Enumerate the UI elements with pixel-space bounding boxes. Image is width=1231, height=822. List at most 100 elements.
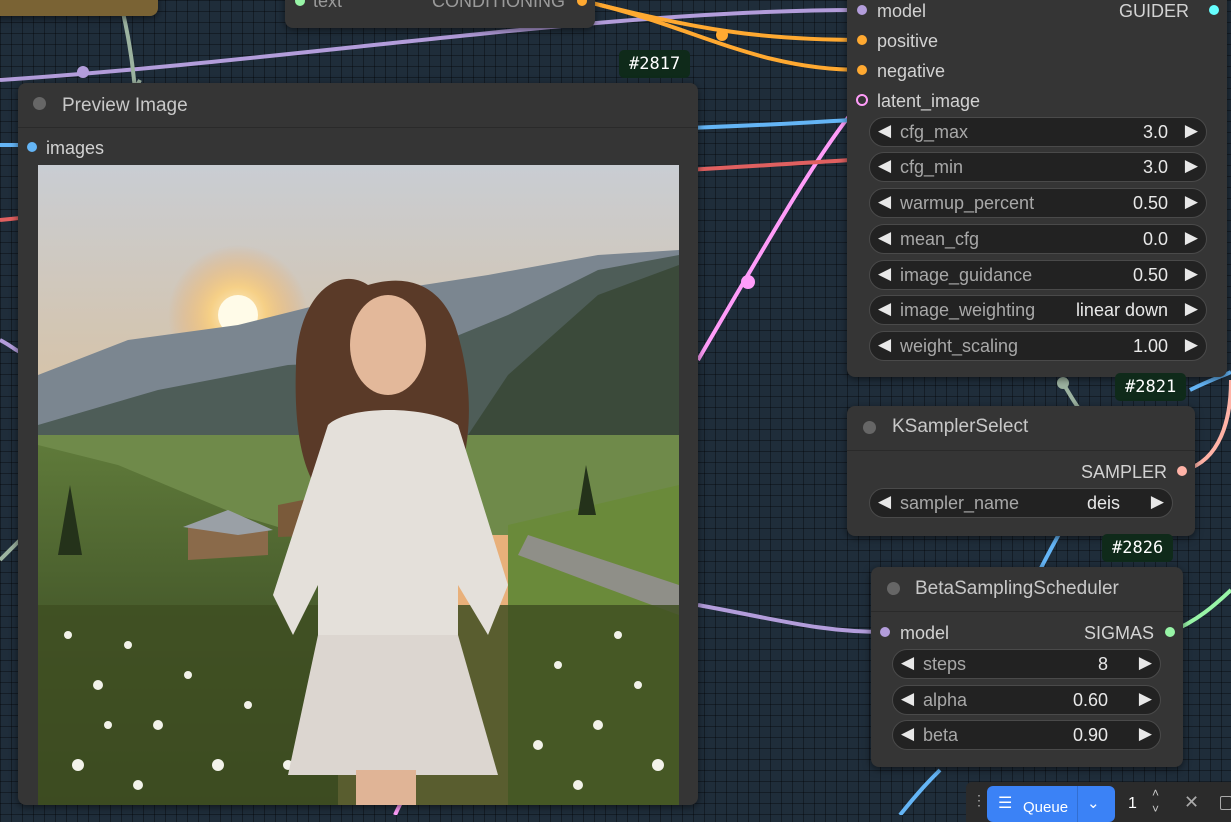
- increment-arrow-icon[interactable]: ▶: [1139, 653, 1152, 673]
- collapse-dot-icon[interactable]: [33, 97, 46, 110]
- widget-value: 1.00: [1132, 336, 1168, 356]
- increment-arrow-icon[interactable]: ▶: [1185, 156, 1198, 176]
- increment-arrow-icon[interactable]: ▶: [1139, 724, 1152, 744]
- increment-arrow-icon[interactable]: ▶: [1185, 264, 1198, 284]
- decrement-arrow-icon[interactable]: ◀: [878, 156, 891, 176]
- widget-label: mean_cfg: [900, 229, 980, 249]
- node-title: Preview Image: [62, 95, 188, 116]
- decrement-arrow-icon[interactable]: ◀: [878, 492, 891, 512]
- guider-output-dot[interactable]: [1209, 5, 1219, 15]
- model-input-dot[interactable]: [857, 5, 867, 15]
- model-input-dot[interactable]: [880, 627, 890, 637]
- widget-label: beta: [923, 725, 959, 745]
- node-id-badge-preview: #2817: [619, 50, 691, 78]
- increment-chevron-icon[interactable]: ˄: [1152, 786, 1159, 800]
- positive-input-label: positive: [877, 31, 939, 51]
- increment-arrow-icon[interactable]: ▶: [1185, 299, 1198, 319]
- girl-legs: [356, 770, 416, 805]
- widget-value: 3.0: [1142, 157, 1168, 177]
- decrement-arrow-icon[interactable]: ◀: [878, 192, 891, 212]
- queue-toolbar: ⋮ ☰ Queue ⌄ 1 ˄ ˅ ✕: [966, 782, 1231, 822]
- node-id-badge-ksampler: #2821: [1115, 373, 1187, 401]
- queue-count-input[interactable]: 1: [1128, 795, 1137, 813]
- increment-arrow-icon[interactable]: ▶: [1185, 192, 1198, 212]
- wire-left-pale: [0, 538, 22, 562]
- cfg-max-widget[interactable]: ◀ cfg_max 3.0 ▶: [869, 117, 1207, 147]
- queue-list-icon: ☰: [998, 795, 1013, 812]
- sigmas-output-dot[interactable]: [1165, 627, 1175, 637]
- decrement-arrow-icon[interactable]: ◀: [878, 299, 891, 319]
- decrement-chevron-icon[interactable]: ˅: [1152, 802, 1159, 816]
- negative-input-label: negative: [877, 61, 946, 81]
- text-encode-node[interactable]: text CONDITIONING: [285, 0, 595, 28]
- wire-reroute-dot: [77, 66, 89, 78]
- decrement-arrow-icon[interactable]: ◀: [878, 121, 891, 141]
- wire-reroute-dot: [741, 275, 755, 289]
- wire-bottom-blue: [898, 768, 942, 815]
- weight-scaling-widget[interactable]: ◀ weight_scaling 1.00 ▶: [869, 331, 1207, 361]
- text-input-label: text: [313, 0, 343, 11]
- images-input-dot[interactable]: [27, 142, 37, 152]
- increment-arrow-icon[interactable]: ▶: [1185, 335, 1198, 355]
- widget-value: 0.50: [1132, 193, 1168, 213]
- decrement-arrow-icon[interactable]: ◀: [878, 264, 891, 284]
- close-icon[interactable]: ✕: [1184, 792, 1199, 813]
- drag-handle-icon[interactable]: ⋮: [972, 792, 986, 809]
- beta-widget[interactable]: ◀ beta 0.90 ▶: [892, 720, 1161, 750]
- chevron-down-icon[interactable]: ⌄: [1087, 794, 1100, 812]
- positive-input-dot[interactable]: [857, 35, 867, 45]
- node-title: KSamplerSelect: [892, 416, 1029, 437]
- queue-button[interactable]: ☰ Queue ⌄: [987, 786, 1115, 822]
- node-id-badge-beta: #2826: [1102, 534, 1174, 562]
- queue-dropdown-divider: [1077, 786, 1078, 822]
- increment-arrow-icon[interactable]: ▶: [1139, 689, 1152, 709]
- panel-icon[interactable]: [1220, 796, 1231, 810]
- decrement-arrow-icon[interactable]: ◀: [901, 689, 914, 709]
- ksampler-select-node[interactable]: KSamplerSelect SAMPLER ◀ sampler_name de…: [847, 406, 1195, 536]
- mean-cfg-widget[interactable]: ◀ mean_cfg 0.0 ▶: [869, 224, 1207, 254]
- conditioning-output-dot[interactable]: [577, 0, 587, 6]
- image-weighting-widget[interactable]: ◀ image_weighting linear down ▶: [869, 295, 1207, 325]
- sampler-output-label: SAMPLER: [1080, 462, 1167, 482]
- node-title: BetaSamplingScheduler: [915, 578, 1119, 599]
- increment-arrow-icon[interactable]: ▶: [1185, 228, 1198, 248]
- widget-label: image_guidance: [900, 265, 1033, 285]
- sampler-name-widget[interactable]: ◀ sampler_name deis ▶: [869, 488, 1173, 518]
- cfg-min-widget[interactable]: ◀ cfg_min 3.0 ▶: [869, 152, 1207, 182]
- widget-value: 0.0: [1142, 229, 1168, 249]
- model-input-label: model: [877, 1, 927, 21]
- warmup-percent-widget[interactable]: ◀ warmup_percent 0.50 ▶: [869, 188, 1207, 218]
- sigmas-output-label: SIGMAS: [1083, 623, 1154, 643]
- decrement-arrow-icon[interactable]: ◀: [901, 653, 914, 673]
- negative-input-dot[interactable]: [857, 65, 867, 75]
- node-header[interactable]: BetaSamplingScheduler: [871, 567, 1183, 612]
- decrement-arrow-icon[interactable]: ◀: [901, 724, 914, 744]
- latent-image-input-dot[interactable]: [856, 94, 868, 106]
- increment-arrow-icon[interactable]: ▶: [1151, 492, 1164, 512]
- decrement-arrow-icon[interactable]: ◀: [878, 335, 891, 355]
- widget-label: sampler_name: [900, 493, 1020, 513]
- partial-node-topleft[interactable]: [0, 0, 158, 16]
- image-guidance-widget[interactable]: ◀ image_guidance 0.50 ▶: [869, 260, 1207, 290]
- node-header[interactable]: Preview Image: [18, 83, 698, 128]
- alpha-widget[interactable]: ◀ alpha 0.60 ▶: [892, 685, 1161, 715]
- collapse-dot-icon[interactable]: [863, 421, 876, 434]
- latent-image-input-label: latent_image: [877, 91, 981, 111]
- increment-arrow-icon[interactable]: ▶: [1185, 121, 1198, 141]
- sampler-output-dot[interactable]: [1177, 466, 1187, 476]
- text-input-dot[interactable]: [295, 0, 305, 6]
- cfg-guider-node[interactable]: model GUIDER positive negative latent_im…: [847, 0, 1227, 377]
- guider-output-label: GUIDER: [1118, 1, 1189, 21]
- widget-label: cfg_max: [900, 122, 969, 142]
- decrement-arrow-icon[interactable]: ◀: [878, 228, 891, 248]
- widget-value: 0.60: [1072, 690, 1108, 710]
- node-header[interactable]: KSamplerSelect: [847, 406, 1195, 451]
- preview-image-node[interactable]: Preview Image images: [18, 83, 698, 805]
- wire-reroute-dot: [716, 29, 728, 41]
- steps-widget[interactable]: ◀ steps 8 ▶: [892, 649, 1161, 679]
- widget-label: warmup_percent: [900, 193, 1035, 213]
- beta-sampling-scheduler-node[interactable]: BetaSamplingScheduler model SIGMAS ◀ ste…: [871, 567, 1183, 767]
- collapse-dot-icon[interactable]: [887, 582, 900, 595]
- widget-label: alpha: [923, 690, 968, 710]
- girl-face: [350, 295, 426, 395]
